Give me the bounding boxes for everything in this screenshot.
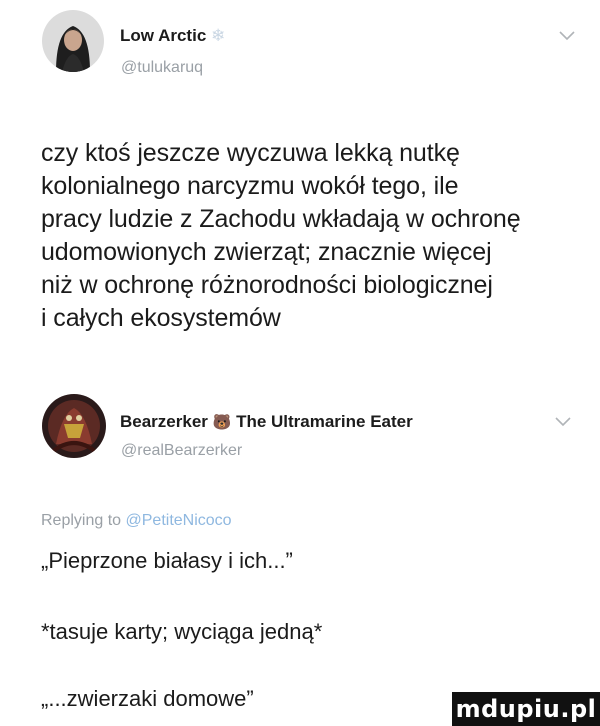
avatar-photo-icon [42, 394, 106, 458]
avatar[interactable] [42, 394, 106, 458]
display-name-text: Low Arctic [120, 26, 207, 45]
avatar[interactable] [42, 10, 104, 72]
replying-to-label: Replying to [41, 512, 122, 529]
tweet-text: czy ktoś jeszcze wyczuwa lekką nutkę kol… [41, 139, 521, 332]
replying-to: Replying to @PetiteNicoco [41, 512, 232, 530]
avatar-photo-icon [42, 10, 104, 72]
tweet-text-line: „Pieprzone białasy i ich...” [41, 548, 293, 573]
chevron-down-icon[interactable] [558, 30, 576, 42]
display-name[interactable]: Low Arctic ❄ [120, 26, 225, 46]
tweet-text-line: *tasuje karty; wyciąga jedną* [41, 619, 323, 644]
user-handle[interactable]: @realBearzerker [121, 442, 242, 460]
bear-icon: 🐻 [212, 414, 232, 431]
watermark-logo: mdupiu.pl [452, 692, 600, 726]
display-name[interactable]: Bearzerker 🐻 The Ultramarine Eater [120, 412, 413, 432]
tweet-text-line: „...zwierzaki domowe” [41, 686, 254, 711]
display-name-suffix: The Ultramarine Eater [236, 412, 413, 431]
chevron-down-icon[interactable] [554, 416, 572, 428]
display-name-text: Bearzerker [120, 412, 208, 431]
user-handle[interactable]: @tulukaruq [121, 59, 203, 77]
mention-link[interactable]: @PetiteNicoco [126, 512, 232, 529]
snowflake-icon: ❄ [211, 26, 226, 45]
